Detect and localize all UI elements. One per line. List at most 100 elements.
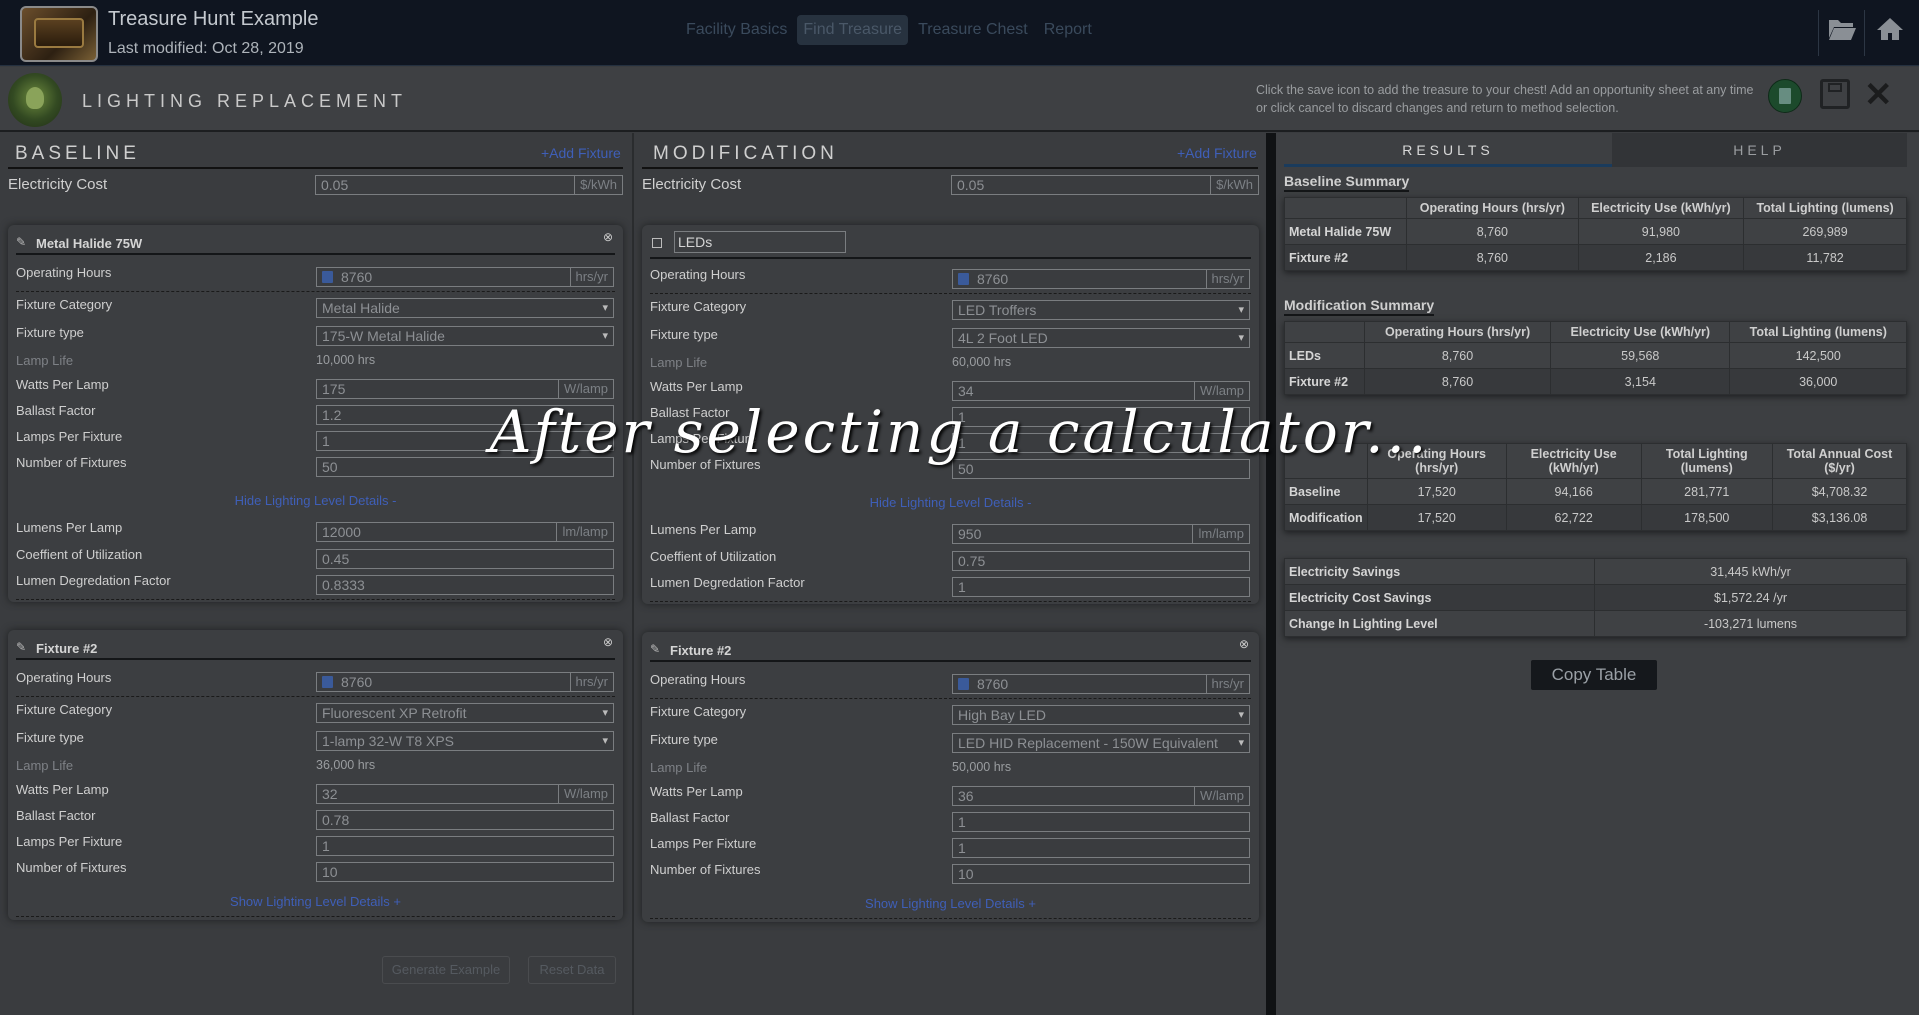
- pencil-icon[interactable]: ✎: [650, 642, 660, 656]
- save-fixture-icon[interactable]: [652, 238, 662, 248]
- tab-help[interactable]: HELP: [1612, 133, 1907, 167]
- lumens-per-lamp-input[interactable]: 950 lm/lamp: [952, 524, 1250, 544]
- lightbulb-icon: [8, 73, 62, 127]
- calculator-icon: [322, 676, 333, 688]
- watts-per-lamp-input[interactable]: 175 W/lamp: [316, 379, 614, 399]
- folder-open-icon[interactable]: [1826, 16, 1858, 48]
- copy-table-button[interactable]: Copy Table: [1531, 660, 1657, 690]
- fixture-type-select[interactable]: 4L 2 Foot LED: [952, 328, 1250, 348]
- lamp-life-label: Lamp Life: [16, 353, 74, 368]
- lumen-degredation-factor-input[interactable]: 0.8333: [316, 575, 614, 595]
- close-icon[interactable]: ✕: [1864, 75, 1893, 115]
- baseline-electricity-cost-label: Electricity Cost: [8, 176, 108, 193]
- treasure-chest-logo: [20, 6, 98, 62]
- app-header: Treasure Hunt Example Last modified: Oct…: [0, 0, 1919, 66]
- pencil-icon[interactable]: ✎: [16, 235, 26, 249]
- table-row: Metal Halide 75W 8,760 91,980 269,989: [1284, 218, 1907, 245]
- coefficient-of-utilization-input[interactable]: 0.75: [952, 551, 1250, 571]
- lamp-life-label: Lamp Life: [650, 760, 708, 775]
- watts-per-lamp-label: Watts Per Lamp: [16, 782, 109, 797]
- fixture-name: Metal Halide 75W: [36, 236, 143, 251]
- number-of-fixtures-input[interactable]: 10: [316, 862, 614, 882]
- baseline-summary-table: Operating Hours (hrs/yr) Electricity Use…: [1284, 197, 1907, 271]
- table-row: Electricity Savings 31,445 kWh/yr: [1284, 558, 1907, 585]
- lumens-per-lamp-input[interactable]: 12000 lm/lamp: [316, 522, 614, 542]
- lamps-per-fixture-input[interactable]: 1: [952, 838, 1250, 858]
- toggle-lighting-details-link[interactable]: Hide Lighting Level Details -: [642, 495, 1259, 510]
- baseline-column: BASELINE +Add Fixture Electricity Cost 0…: [0, 133, 630, 1015]
- calculator-title: LIGHTING REPLACEMENT: [82, 91, 408, 111]
- lamp-life-value: 60,000 hrs: [952, 355, 1012, 369]
- assessment-title: Treasure Hunt Example: [108, 8, 319, 30]
- last-modified: Last modified: Oct 28, 2019: [108, 40, 304, 57]
- fixture-name-input[interactable]: LEDs: [674, 231, 846, 253]
- table-row: LEDs 8,760 59,568 142,500: [1284, 342, 1907, 369]
- tab-report[interactable]: Report: [1038, 15, 1098, 45]
- results-panel: RESULTS HELP Baseline Summary Operating …: [1276, 133, 1919, 1015]
- tutorial-caption: After selecting a calculator...: [489, 398, 1430, 466]
- watts-per-lamp-input[interactable]: 36 W/lamp: [952, 786, 1250, 806]
- fixture-name: Fixture #2: [36, 641, 98, 656]
- table-row: Baseline 17,520 94,166 281,771 $4,708.32: [1284, 478, 1908, 505]
- lamp-life-value: 36,000 hrs: [316, 758, 376, 772]
- modification-summary-title: Modification Summary: [1284, 297, 1435, 316]
- fixture-category-label: Fixture Category: [16, 297, 113, 312]
- fixture-category-select[interactable]: Metal Halide: [316, 298, 614, 318]
- remove-fixture-icon[interactable]: ⊗: [1239, 637, 1249, 651]
- save-icon[interactable]: [1820, 79, 1850, 109]
- modification-add-fixture-link[interactable]: +Add Fixture: [1177, 145, 1257, 161]
- number-of-fixtures-label: Number of Fixtures: [16, 860, 127, 875]
- opportunity-sheet-button[interactable]: [1768, 79, 1802, 113]
- pencil-icon[interactable]: ✎: [16, 640, 26, 654]
- number-of-fixtures-input[interactable]: 10: [952, 864, 1250, 884]
- tab-facility-basics[interactable]: Facility Basics: [680, 15, 793, 45]
- fixture-category-select[interactable]: High Bay LED: [952, 705, 1250, 725]
- fixture-type-label: Fixture type: [650, 732, 718, 747]
- lamps-per-fixture-label: Lamps Per Fixture: [650, 836, 757, 851]
- table-row: Fixture #2 8,760 3,154 36,000: [1284, 368, 1907, 395]
- calculator-icon: [322, 271, 333, 283]
- fixture-category-select[interactable]: Fluorescent XP Retrofit: [316, 703, 614, 723]
- operating-hours-input[interactable]: 8760 hrs/yr: [316, 672, 614, 692]
- remove-fixture-icon[interactable]: ⊗: [603, 230, 613, 244]
- lamp-life-label: Lamp Life: [650, 355, 708, 370]
- fixture-type-select[interactable]: 1-lamp 32-W T8 XPS: [316, 731, 614, 751]
- toggle-lighting-details-link[interactable]: Show Lighting Level Details +: [642, 896, 1259, 911]
- lumen-degredation-factor-input[interactable]: 1: [952, 577, 1250, 597]
- tab-results[interactable]: RESULTS: [1284, 133, 1612, 167]
- modification-electricity-cost-label: Electricity Cost: [642, 176, 742, 193]
- fixture-type-label: Fixture type: [16, 325, 84, 340]
- generate-example-button[interactable]: Generate Example: [382, 956, 510, 984]
- calculator-icon: [958, 273, 969, 285]
- operating-hours-input[interactable]: 8760 hrs/yr: [952, 674, 1250, 694]
- lumens-per-lamp-label: Lumens Per Lamp: [16, 520, 123, 535]
- tab-find-treasure[interactable]: Find Treasure: [797, 15, 909, 45]
- ballast-factor-input[interactable]: 1: [952, 812, 1250, 832]
- lamp-life-label: Lamp Life: [16, 758, 74, 773]
- calculator-help-text: Click the save icon to add the treasure …: [1256, 83, 1754, 115]
- lumens-per-lamp-label: Lumens Per Lamp: [650, 522, 757, 537]
- operating-hours-input[interactable]: 8760 hrs/yr: [316, 267, 614, 287]
- baseline-add-fixture-link[interactable]: +Add Fixture: [541, 145, 621, 161]
- lamps-per-fixture-input[interactable]: 1: [316, 836, 614, 856]
- coefficient-of-utilization-label: Coeffient of Utilization: [16, 547, 143, 562]
- tab-treasure-chest[interactable]: Treasure Chest: [912, 15, 1034, 45]
- remove-fixture-icon[interactable]: ⊗: [603, 635, 613, 649]
- home-icon[interactable]: [1874, 16, 1906, 48]
- toggle-lighting-details-link[interactable]: Show Lighting Level Details +: [8, 894, 623, 909]
- baseline-electricity-cost-input[interactable]: 0.05 $/kWh: [315, 175, 623, 195]
- reset-data-button[interactable]: Reset Data: [528, 956, 616, 984]
- watts-per-lamp-label: Watts Per Lamp: [650, 379, 743, 394]
- fixture-category-label: Fixture Category: [650, 299, 747, 314]
- coefficient-of-utilization-input[interactable]: 0.45: [316, 549, 614, 569]
- watts-per-lamp-input[interactable]: 32 W/lamp: [316, 784, 614, 804]
- toggle-lighting-details-link[interactable]: Hide Lighting Level Details -: [8, 493, 623, 508]
- ballast-factor-input[interactable]: 0.78: [316, 810, 614, 830]
- operating-hours-label: Operating Hours: [16, 670, 112, 685]
- fixture-type-select[interactable]: 175-W Metal Halide: [316, 326, 614, 346]
- modification-electricity-cost-input[interactable]: 0.05 $/kWh: [951, 175, 1259, 195]
- operating-hours-input[interactable]: 8760 hrs/yr: [952, 269, 1250, 289]
- fixture-category-select[interactable]: LED Troffers: [952, 300, 1250, 320]
- ballast-factor-label: Ballast Factor: [650, 810, 730, 825]
- fixture-type-select[interactable]: LED HID Replacement - 150W Equivalent: [952, 733, 1250, 753]
